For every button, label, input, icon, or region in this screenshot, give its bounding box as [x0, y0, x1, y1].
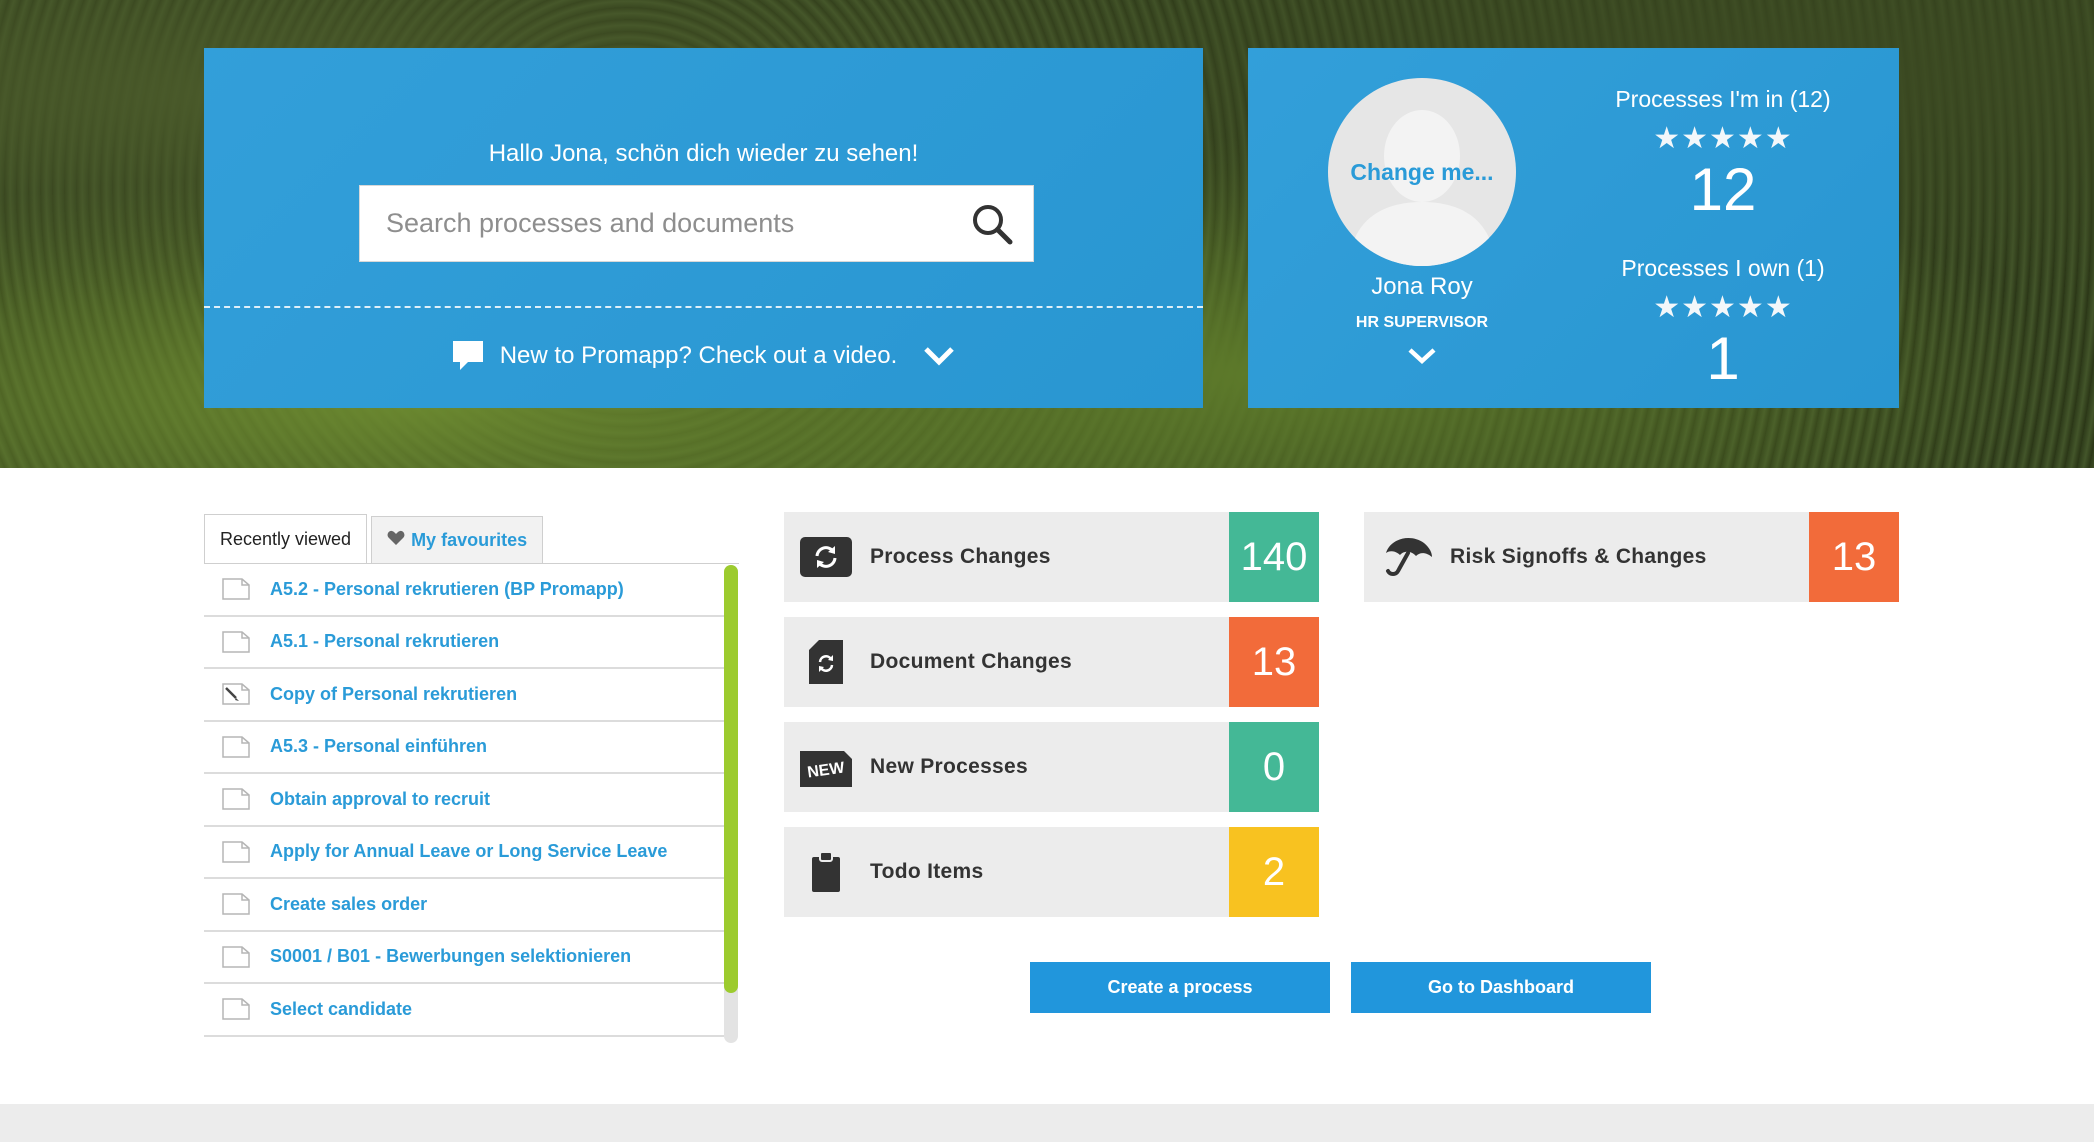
stat-title: Processes I'm in (12): [1615, 86, 1831, 112]
new-badge-icon: NEW: [800, 741, 852, 793]
video-link[interactable]: New to Promapp? Check out a video.: [204, 338, 1203, 374]
profile-card: Change me... Jona Roy HR SUPERVISOR Proc…: [1248, 48, 1899, 408]
profile-role: HR SUPERVISOR: [1355, 314, 1489, 331]
list-item[interactable]: Copy of Personal rekrutieren: [204, 669, 724, 722]
stat-processes-in[interactable]: Processes I'm in (12) ★★★★★ 12: [1588, 86, 1858, 222]
document-icon: [222, 631, 250, 653]
list-item[interactable]: Obtain approval to recruit: [204, 774, 724, 827]
tile-label: Todo Items: [870, 860, 984, 883]
stat-title: Processes I own (1): [1621, 255, 1825, 281]
tile-count: 2: [1229, 827, 1319, 917]
scrollbar-thumb[interactable]: [724, 565, 738, 993]
stat-processes-own[interactable]: Processes I own (1) ★★★★★ 1: [1588, 255, 1858, 391]
tile-document-changes[interactable]: Document Changes 13: [784, 617, 1319, 707]
stat-value: 1: [1706, 325, 1740, 392]
go-to-dashboard-button[interactable]: Go to Dashboard: [1351, 962, 1651, 1013]
list-item[interactable]: Create sales order: [204, 879, 724, 932]
list-item-label[interactable]: Select candidate: [270, 999, 412, 1020]
document-icon: [222, 788, 250, 810]
document-icon: [222, 841, 250, 863]
chevron-down-icon[interactable]: [1405, 344, 1439, 368]
list-item-label[interactable]: S0001 / B01 - Bewerbungen selektionieren: [270, 946, 631, 967]
heart-icon: [387, 530, 405, 551]
stat-value: 12: [1689, 156, 1757, 223]
umbrella-icon: [1380, 531, 1432, 583]
list-item[interactable]: A5.3 - Personal einführen: [204, 722, 724, 774]
list-scrollbar[interactable]: [724, 565, 738, 1043]
document-refresh-icon: [800, 636, 852, 688]
tile-count: 140: [1229, 512, 1319, 602]
tile-risk-signoffs[interactable]: Risk Signoffs & Changes 13: [1364, 512, 1899, 602]
avatar[interactable]: Change me...: [1328, 78, 1516, 266]
tile-count: 0: [1229, 722, 1319, 812]
list-item-label[interactable]: Apply for Annual Leave or Long Service L…: [270, 841, 667, 862]
footer-band: [0, 1104, 2094, 1142]
list-item-label[interactable]: Create sales order: [270, 894, 427, 915]
document-icon: [222, 893, 250, 915]
tab-my-favourites[interactable]: My favourites: [371, 516, 544, 564]
list-item[interactable]: A5.2 - Personal rekrutieren (BP Promapp): [204, 564, 724, 617]
tile-process-changes[interactable]: Process Changes 140: [784, 512, 1319, 602]
chat-bubble-icon: [450, 338, 486, 374]
tile-todo-items[interactable]: Todo Items 2: [784, 827, 1319, 917]
list-item[interactable]: S0001 / B01 - Bewerbungen selektionieren: [204, 932, 724, 984]
list-item-label[interactable]: Copy of Personal rekrutieren: [270, 684, 517, 705]
chevron-down-icon[interactable]: [921, 344, 957, 368]
recent-list: A5.2 - Personal rekrutieren (BP Promapp)…: [204, 563, 739, 1043]
tab-bar: Recently viewed My favourites: [204, 514, 544, 564]
tab-label: My favourites: [411, 530, 528, 550]
search-input[interactable]: [360, 186, 967, 261]
list-item[interactable]: Select candidate: [204, 984, 724, 1037]
document-icon: [222, 578, 250, 600]
change-avatar-link[interactable]: Change me...: [1350, 159, 1493, 186]
list-item-label[interactable]: A5.1 - Personal rekrutieren: [270, 631, 499, 652]
video-link-label: New to Promapp? Check out a video.: [499, 342, 898, 369]
list-item[interactable]: A5.1 - Personal rekrutieren: [204, 617, 724, 669]
create-process-button[interactable]: Create a process: [1030, 962, 1330, 1013]
tab-label: Recently viewed: [220, 529, 352, 549]
star-rating-icon: ★★★★★: [1653, 291, 1793, 324]
refresh-icon: [800, 531, 852, 583]
document-icon: [222, 736, 250, 758]
profile-name: Jona Roy: [1371, 273, 1473, 300]
tile-new-processes[interactable]: NEW New Processes 0: [784, 722, 1319, 812]
document-icon: [222, 998, 250, 1020]
list-item[interactable]: Apply for Annual Leave or Long Service L…: [204, 827, 724, 879]
star-rating-icon: ★★★★★: [1653, 122, 1793, 155]
document-edit-icon: [222, 683, 250, 705]
tile-count: 13: [1809, 512, 1899, 602]
welcome-greeting: Hallo Jona, schön dich wieder zu sehen!: [488, 140, 919, 167]
list-item-label[interactable]: Obtain approval to recruit: [270, 789, 490, 810]
clipboard-icon: [800, 846, 852, 898]
tab-recently-viewed[interactable]: Recently viewed: [204, 514, 368, 564]
search-box: [359, 185, 1034, 262]
tile-label: Risk Signoffs & Changes: [1450, 545, 1707, 568]
tile-count: 13: [1229, 617, 1319, 707]
list-item-label[interactable]: A5.2 - Personal rekrutieren (BP Promapp): [270, 579, 624, 600]
document-icon: [222, 946, 250, 968]
tile-label: Process Changes: [870, 545, 1051, 568]
divider: [204, 306, 1203, 308]
tile-label: New Processes: [870, 755, 1028, 778]
search-icon[interactable]: [967, 199, 1017, 249]
tile-label: Document Changes: [870, 650, 1072, 673]
list-item-label[interactable]: A5.3 - Personal einführen: [270, 736, 487, 757]
welcome-card: Hallo Jona, schön dich wieder zu sehen! …: [204, 48, 1203, 408]
